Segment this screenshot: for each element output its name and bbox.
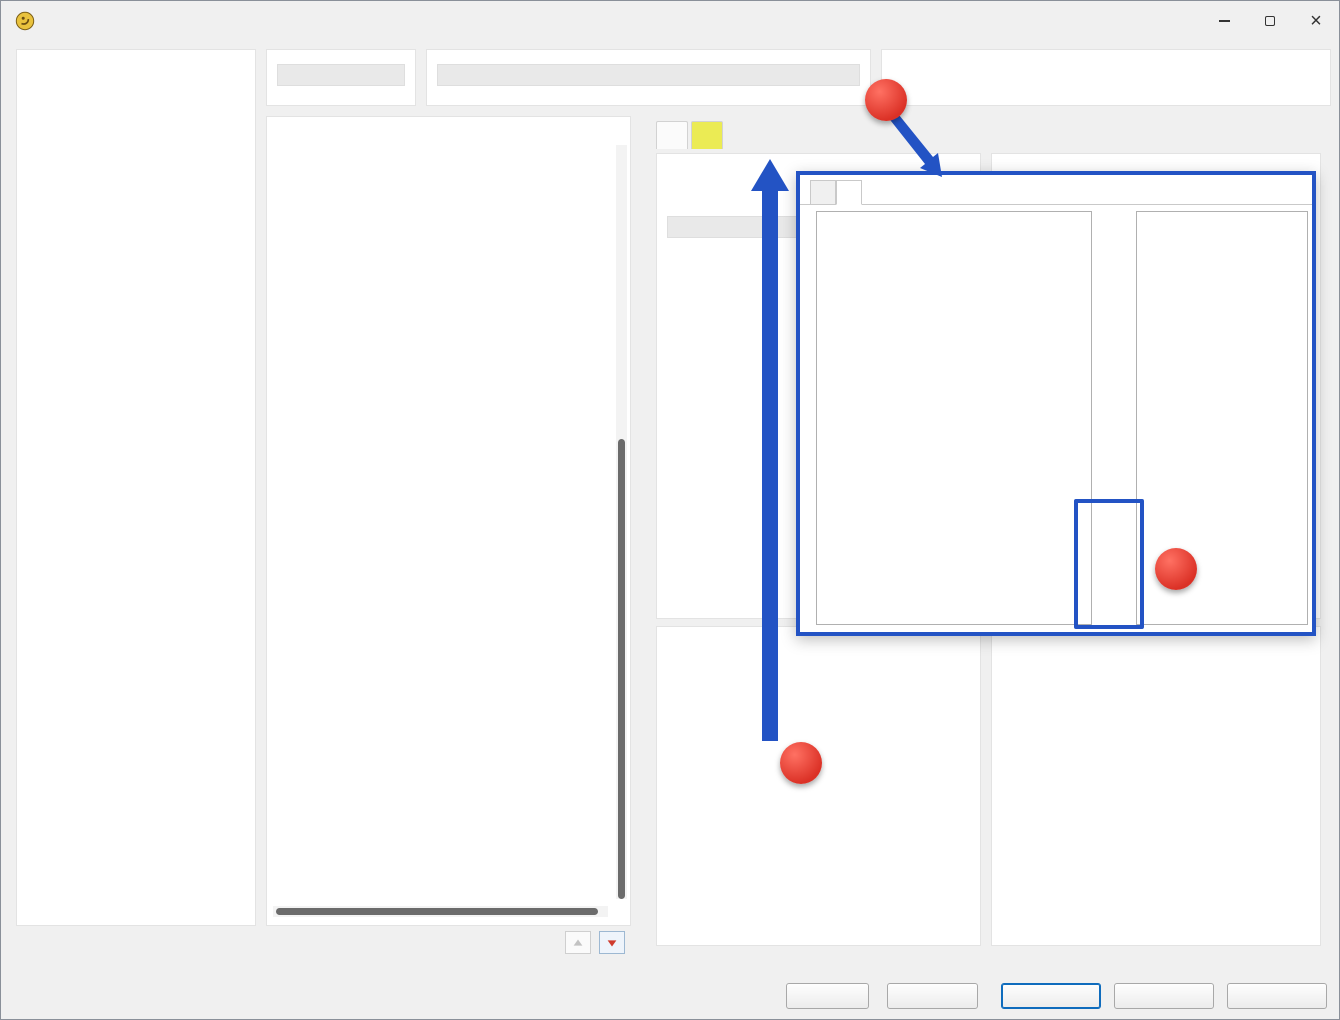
cancel-button[interactable] [1114, 983, 1214, 1009]
callout-2 [865, 79, 907, 121]
ok-button[interactable] [1001, 983, 1101, 1009]
number-panel [266, 49, 416, 106]
name-field[interactable] [437, 64, 860, 86]
list-panel [16, 49, 256, 926]
apply-button[interactable] [1227, 983, 1327, 1009]
window-controls: × [1201, 1, 1339, 41]
overlay-tab-separator [800, 204, 1312, 205]
printout-report-manager-dialog: × [0, 0, 1340, 1020]
print-button[interactable] [786, 983, 869, 1009]
parameters-title [657, 154, 980, 166]
number-label [267, 50, 415, 62]
report-items-title [267, 117, 630, 129]
delete-report-button[interactable] [220, 929, 247, 954]
close-button[interactable]: × [1293, 1, 1339, 41]
move-item-up-button[interactable] [565, 931, 591, 954]
overlay-tab-main[interactable] [810, 180, 836, 205]
top-right-panel [881, 49, 1331, 106]
detail-tabs [656, 121, 723, 149]
callout-1 [780, 742, 822, 784]
vertical-scrollbar[interactable] [616, 145, 627, 899]
maximize-icon [1265, 16, 1275, 26]
move-item-down-button[interactable] [599, 931, 625, 954]
selected-title [1137, 212, 1307, 220]
close-icon: × [1310, 11, 1322, 31]
app-icon [15, 11, 35, 31]
report-items-tree [269, 145, 612, 902]
subresults-overlay [796, 171, 1316, 636]
list-panel-title [17, 50, 255, 62]
save-and-show-button[interactable] [887, 983, 978, 1009]
to-select-title [817, 212, 1091, 220]
minimize-icon [1219, 20, 1230, 22]
move-up-icon [571, 936, 585, 950]
annotation-rectangle [1074, 499, 1144, 629]
report-items-panel [266, 116, 631, 926]
page-sheet-numbering-title [992, 154, 1320, 166]
number-field[interactable] [277, 64, 405, 86]
minimize-button[interactable] [1201, 1, 1247, 41]
options-panel [656, 626, 981, 946]
move-item-buttons [565, 931, 625, 954]
maximize-button[interactable] [1247, 1, 1293, 41]
vertical-scrollbar-thumb[interactable] [618, 439, 625, 899]
bottom-right-panel [991, 626, 1321, 946]
horizontal-scrollbar[interactable] [273, 906, 608, 917]
name-label [427, 50, 870, 62]
titlebar: × [1, 1, 1339, 41]
move-down-icon [605, 936, 619, 950]
tab-spectral-analysis-subresults[interactable] [691, 121, 723, 149]
horizontal-scrollbar-thumb[interactable] [276, 908, 598, 915]
to-select-listbox [816, 211, 1092, 625]
name-panel [426, 49, 871, 106]
callout-3 [1155, 548, 1197, 590]
tab-main[interactable] [656, 121, 688, 149]
overlay-tabs [810, 180, 862, 205]
overlay-tab-spectral-analysis-subresults[interactable] [836, 180, 862, 205]
